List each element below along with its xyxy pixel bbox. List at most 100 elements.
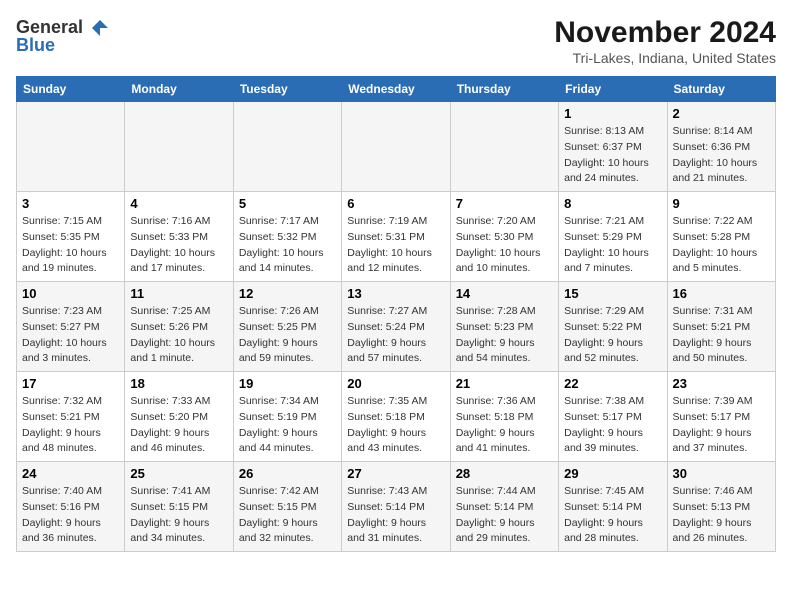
day-info: Sunrise: 8:14 AMSunset: 6:36 PMDaylight:… (673, 124, 770, 187)
day-info: Sunrise: 7:45 AMSunset: 5:14 PMDaylight:… (564, 484, 661, 547)
day-number: 19 (239, 376, 336, 391)
calendar-cell: 30 Sunrise: 7:46 AMSunset: 5:13 PMDayligh… (667, 462, 775, 552)
day-number: 6 (347, 196, 444, 211)
day-number: 12 (239, 286, 336, 301)
day-info: Sunrise: 7:40 AMSunset: 5:16 PMDaylight:… (22, 484, 119, 547)
day-number: 5 (239, 196, 336, 211)
calendar-cell: 13 Sunrise: 7:27 AMSunset: 5:24 PMDayligh… (342, 282, 450, 372)
calendar-cell: 27 Sunrise: 7:43 AMSunset: 5:14 PMDayligh… (342, 462, 450, 552)
day-info: Sunrise: 7:42 AMSunset: 5:15 PMDaylight:… (239, 484, 336, 547)
day-number: 2 (673, 106, 770, 121)
week-row-2: 3Sunrise: 7:15 AMSunset: 5:35 PMDaylight… (17, 192, 776, 282)
day-info: Sunrise: 7:41 AMSunset: 5:15 PMDaylight:… (130, 484, 227, 547)
day-info: Sunrise: 7:17 AMSunset: 5:32 PMDaylight:… (239, 214, 336, 277)
day-info: Sunrise: 7:22 AMSunset: 5:28 PMDaylight:… (673, 214, 770, 277)
day-number: 15 (564, 286, 661, 301)
day-number: 17 (22, 376, 119, 391)
day-info: Sunrise: 7:34 AMSunset: 5:19 PMDaylight:… (239, 394, 336, 457)
calendar-cell: 1Sunrise: 8:13 AMSunset: 6:37 PMDaylight… (559, 102, 667, 192)
weekday-header-friday: Friday (559, 77, 667, 102)
calendar-cell: 19 Sunrise: 7:34 AMSunset: 5:19 PMDayligh… (233, 372, 341, 462)
calendar-cell: 15Sunrise: 7:29 AMSunset: 5:22 PMDayligh… (559, 282, 667, 372)
day-number: 18 (130, 376, 227, 391)
day-number: 20 (347, 376, 444, 391)
header: General Blue November 2024 Tri-Lakes, In… (16, 16, 776, 66)
location: Tri-Lakes, Indiana, United States (554, 50, 776, 66)
calendar-cell (125, 102, 233, 192)
calendar-cell: 2 Sunrise: 8:14 AMSunset: 6:36 PMDaylight… (667, 102, 775, 192)
weekday-header-row: SundayMondayTuesdayWednesdayThursdayFrid… (17, 77, 776, 102)
day-number: 29 (564, 466, 661, 481)
calendar-cell (342, 102, 450, 192)
calendar-cell: 23 Sunrise: 7:39 AMSunset: 5:17 PMDayligh… (667, 372, 775, 462)
calendar-cell: 25 Sunrise: 7:41 AMSunset: 5:15 PMDayligh… (125, 462, 233, 552)
calendar-cell: 21Sunrise: 7:36 AMSunset: 5:18 PMDayligh… (450, 372, 558, 462)
day-number: 24 (22, 466, 119, 481)
day-info: Sunrise: 7:19 AMSunset: 5:31 PMDaylight:… (347, 214, 444, 277)
day-number: 23 (673, 376, 770, 391)
day-number: 28 (456, 466, 553, 481)
calendar-cell: 8 Sunrise: 7:21 AMSunset: 5:29 PMDaylight… (559, 192, 667, 282)
day-number: 30 (673, 466, 770, 481)
day-number: 10 (22, 286, 119, 301)
day-info: Sunrise: 7:20 AMSunset: 5:30 PMDaylight:… (456, 214, 553, 277)
weekday-header-thursday: Thursday (450, 77, 558, 102)
day-number: 16 (673, 286, 770, 301)
day-info: Sunrise: 7:32 AMSunset: 5:21 PMDaylight:… (22, 394, 119, 457)
day-info: Sunrise: 7:38 AMSunset: 5:17 PMDaylight:… (564, 394, 661, 457)
weekday-header-saturday: Saturday (667, 77, 775, 102)
day-info: Sunrise: 7:21 AMSunset: 5:29 PMDaylight:… (564, 214, 661, 277)
calendar-cell: 17 Sunrise: 7:32 AMSunset: 5:21 PMDayligh… (17, 372, 125, 462)
week-row-1: 1Sunrise: 8:13 AMSunset: 6:37 PMDaylight… (17, 102, 776, 192)
day-number: 1 (564, 106, 661, 121)
calendar-cell (450, 102, 558, 192)
day-info: Sunrise: 7:36 AMSunset: 5:18 PMDaylight:… (456, 394, 553, 457)
day-info: Sunrise: 7:44 AMSunset: 5:14 PMDaylight:… (456, 484, 553, 547)
calendar-cell: 5 Sunrise: 7:17 AMSunset: 5:32 PMDaylight… (233, 192, 341, 282)
calendar-cell: 26 Sunrise: 7:42 AMSunset: 5:15 PMDayligh… (233, 462, 341, 552)
calendar-cell: 29 Sunrise: 7:45 AMSunset: 5:14 PMDayligh… (559, 462, 667, 552)
day-info: Sunrise: 7:27 AMSunset: 5:24 PMDaylight:… (347, 304, 444, 367)
logo: General Blue (16, 16, 110, 56)
day-info: Sunrise: 7:39 AMSunset: 5:17 PMDaylight:… (673, 394, 770, 457)
logo-icon (90, 18, 110, 38)
day-info: Sunrise: 7:23 AMSunset: 5:27 PMDaylight:… (22, 304, 119, 367)
day-number: 22 (564, 376, 661, 391)
weekday-header-sunday: Sunday (17, 77, 125, 102)
calendar-cell: 22 Sunrise: 7:38 AMSunset: 5:17 PMDayligh… (559, 372, 667, 462)
day-info: Sunrise: 7:15 AMSunset: 5:35 PMDaylight:… (22, 214, 119, 277)
day-info: Sunrise: 7:46 AMSunset: 5:13 PMDaylight:… (673, 484, 770, 547)
day-number: 26 (239, 466, 336, 481)
day-number: 25 (130, 466, 227, 481)
day-info: Sunrise: 7:33 AMSunset: 5:20 PMDaylight:… (130, 394, 227, 457)
weekday-header-wednesday: Wednesday (342, 77, 450, 102)
day-number: 14 (456, 286, 553, 301)
day-info: Sunrise: 7:28 AMSunset: 5:23 PMDaylight:… (456, 304, 553, 367)
day-number: 11 (130, 286, 227, 301)
calendar-cell: 10 Sunrise: 7:23 AMSunset: 5:27 PMDayligh… (17, 282, 125, 372)
week-row-5: 24 Sunrise: 7:40 AMSunset: 5:16 PMDayligh… (17, 462, 776, 552)
week-row-4: 17 Sunrise: 7:32 AMSunset: 5:21 PMDayligh… (17, 372, 776, 462)
weekday-header-monday: Monday (125, 77, 233, 102)
day-number: 8 (564, 196, 661, 211)
calendar-cell: 28 Sunrise: 7:44 AMSunset: 5:14 PMDayligh… (450, 462, 558, 552)
calendar-cell: 12Sunrise: 7:26 AMSunset: 5:25 PMDayligh… (233, 282, 341, 372)
day-info: Sunrise: 7:25 AMSunset: 5:26 PMDaylight:… (130, 304, 227, 367)
day-number: 13 (347, 286, 444, 301)
calendar: SundayMondayTuesdayWednesdayThursdayFrid… (16, 76, 776, 552)
day-info: Sunrise: 7:31 AMSunset: 5:21 PMDaylight:… (673, 304, 770, 367)
calendar-cell: 7Sunrise: 7:20 AMSunset: 5:30 PMDaylight… (450, 192, 558, 282)
calendar-cell: 6 Sunrise: 7:19 AMSunset: 5:31 PMDaylight… (342, 192, 450, 282)
logo-blue-text: Blue (16, 35, 55, 56)
day-info: Sunrise: 7:16 AMSunset: 5:33 PMDaylight:… (130, 214, 227, 277)
calendar-cell: 18 Sunrise: 7:33 AMSunset: 5:20 PMDayligh… (125, 372, 233, 462)
day-info: Sunrise: 7:35 AMSunset: 5:18 PMDaylight:… (347, 394, 444, 457)
day-info: Sunrise: 7:43 AMSunset: 5:14 PMDaylight:… (347, 484, 444, 547)
weekday-header-tuesday: Tuesday (233, 77, 341, 102)
calendar-cell: 16 Sunrise: 7:31 AMSunset: 5:21 PMDayligh… (667, 282, 775, 372)
calendar-cell: 20 Sunrise: 7:35 AMSunset: 5:18 PMDayligh… (342, 372, 450, 462)
calendar-cell (17, 102, 125, 192)
calendar-cell: 11 Sunrise: 7:25 AMSunset: 5:26 PMDayligh… (125, 282, 233, 372)
day-number: 27 (347, 466, 444, 481)
month-title: November 2024 (554, 16, 776, 50)
